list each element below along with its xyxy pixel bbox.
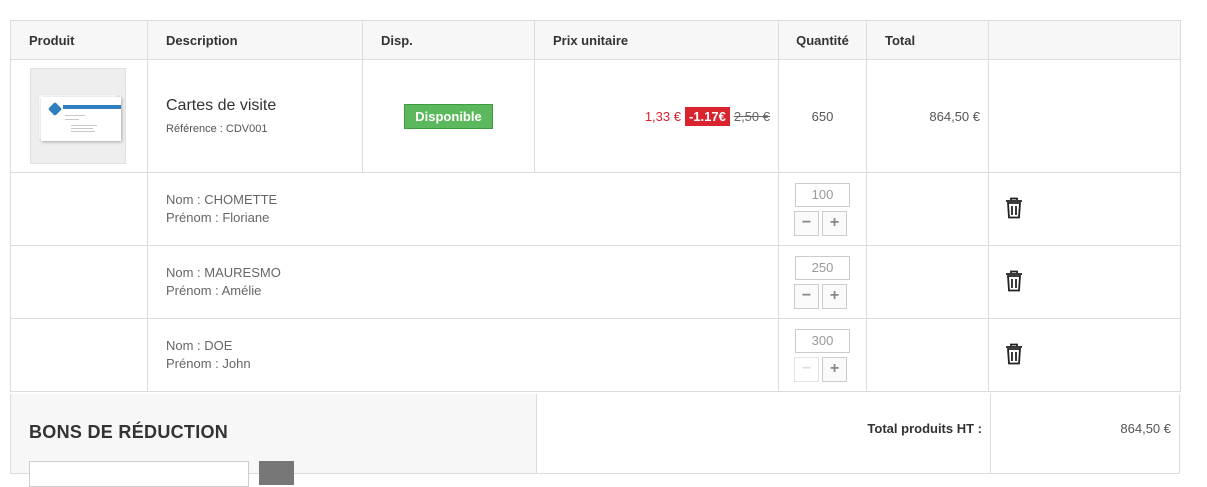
person-nom: Nom : DOE	[166, 338, 233, 353]
vouchers-panel: BONS DE RÉDUCTION	[11, 394, 537, 487]
header-description: Description	[147, 20, 363, 60]
person-nom: Nom : CHOMETTE	[166, 192, 278, 207]
product-image-cell	[10, 59, 148, 173]
voucher-input[interactable]	[29, 461, 249, 487]
availability-badge: Disponible	[404, 103, 493, 129]
total-products-label: Total produits HT :	[867, 421, 982, 436]
header-product: Produit	[10, 20, 148, 60]
header-total: Total	[866, 20, 989, 60]
delete-cell	[988, 172, 1181, 246]
person-info: Nom : DOE Prénom : John	[147, 318, 779, 392]
product-quantity: 650	[778, 59, 867, 173]
plus-icon: +	[829, 214, 840, 231]
summary-label-cell: Total produits HT :	[537, 394, 991, 473]
person-row: Nom : DOE Prénom : John 300 − +	[10, 318, 1181, 392]
header-availability: Disp.	[362, 20, 535, 60]
trash-icon[interactable]	[1005, 343, 1023, 365]
cart-table: Produit Description Disp. Prix unitaire …	[10, 20, 1181, 392]
person-row: Nom : MAURESMO Prénom : Amélie 250 − +	[10, 245, 1181, 319]
minus-button[interactable]: −	[794, 210, 819, 236]
person-prenom: Prénom : John	[166, 356, 251, 371]
header-unit-price: Prix unitaire	[534, 20, 779, 60]
minus-icon: −	[801, 287, 812, 304]
plus-button[interactable]: +	[822, 356, 847, 382]
logo-icon	[47, 101, 63, 117]
minus-icon: −	[801, 360, 812, 377]
product-total: 864,50 €	[866, 59, 989, 173]
product-row: Cartes de visite Référence : CDV001 Disp…	[10, 59, 1181, 173]
plus-icon: +	[829, 287, 840, 304]
person-prenom: Prénom : Amélie	[166, 283, 262, 298]
availability-cell: Disponible	[362, 59, 535, 173]
person-nom: Nom : MAURESMO	[166, 265, 281, 280]
product-image[interactable]	[30, 68, 126, 164]
total-products-value: 864,50 €	[1120, 421, 1171, 436]
person-qty-cell: 250 − +	[778, 245, 867, 319]
person-info: Nom : MAURESMO Prénom : Amélie	[147, 245, 779, 319]
quantity-input[interactable]: 300	[795, 328, 850, 353]
voucher-submit-button[interactable]	[259, 461, 294, 485]
product-name[interactable]: Cartes de visite	[166, 97, 362, 115]
price-old: 2,50 €	[733, 108, 770, 124]
minus-button[interactable]: −	[794, 283, 819, 309]
minus-icon: −	[801, 214, 812, 231]
trash-icon[interactable]	[1005, 197, 1023, 219]
quantity-input[interactable]: 100	[795, 182, 850, 207]
summary-value-cell: 864,50 €	[991, 394, 1179, 473]
vouchers-title: BONS DE RÉDUCTION	[29, 422, 229, 442]
cart-summary: BONS DE RÉDUCTION Total produits HT : 86…	[10, 394, 1180, 487]
delete-cell	[988, 318, 1181, 392]
header-quantity: Quantité	[778, 20, 867, 60]
product-actions-cell	[988, 59, 1181, 173]
person-prenom: Prénom : Floriane	[166, 210, 270, 225]
price-new: 1,33 €	[644, 108, 681, 124]
discount-badge: -1.17€	[684, 106, 730, 126]
plus-button[interactable]: +	[822, 283, 847, 309]
delete-cell	[988, 245, 1181, 319]
product-reference: Référence : CDV001	[166, 123, 268, 135]
quantity-input[interactable]: 250	[795, 255, 850, 280]
minus-button[interactable]: −	[794, 356, 819, 382]
product-description-cell: Cartes de visite Référence : CDV001	[147, 59, 363, 173]
cart-header-row: Produit Description Disp. Prix unitaire …	[10, 20, 1181, 60]
header-actions	[988, 20, 1181, 60]
plus-button[interactable]: +	[822, 210, 847, 236]
person-info: Nom : CHOMETTE Prénom : Floriane	[147, 172, 779, 246]
person-qty-cell: 300 − +	[778, 318, 867, 392]
plus-icon: +	[829, 360, 840, 377]
unit-price-cell: 1,33 € -1.17€ 2,50 €	[534, 59, 779, 173]
trash-icon[interactable]	[1005, 270, 1023, 292]
person-row: Nom : CHOMETTE Prénom : Floriane 100 − +	[10, 172, 1181, 246]
person-qty-cell: 100 − +	[778, 172, 867, 246]
